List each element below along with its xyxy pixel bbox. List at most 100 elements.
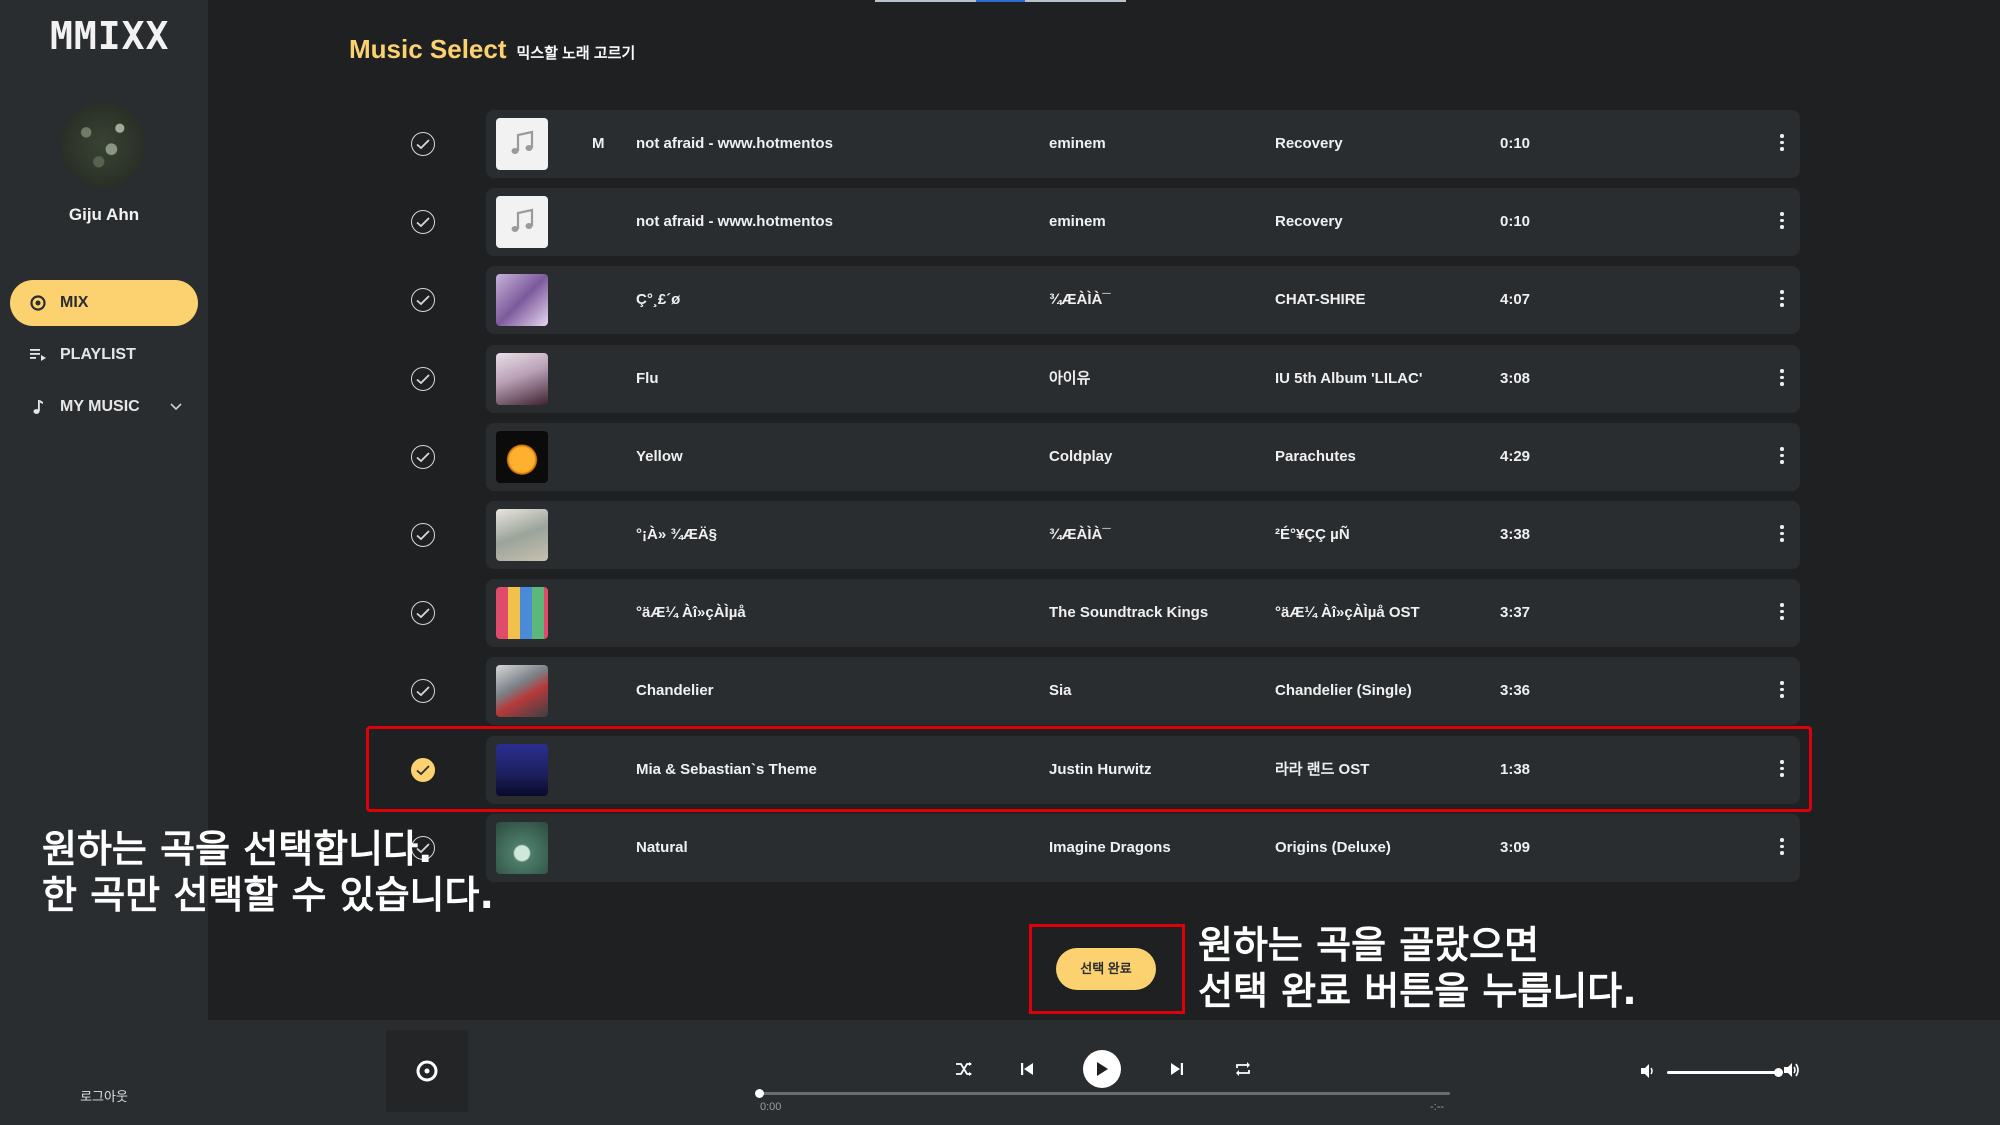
song-title: Chandelier <box>636 682 714 699</box>
song-title: not afraid - www.hotmentos <box>636 213 833 230</box>
song-duration: 3:36 <box>1500 682 1531 699</box>
sidebar-item-label: PLAYLIST <box>60 346 136 363</box>
song-artist: Coldplay <box>1049 448 1113 465</box>
next-button[interactable] <box>1165 1057 1189 1081</box>
song-artist: The Soundtrack Kings <box>1049 604 1209 621</box>
song-row[interactable]: Flu 아이유 IU 5th Album 'LILAC' 3:08 <box>486 345 1800 413</box>
music-note-icon <box>28 399 48 415</box>
play-button[interactable] <box>1083 1050 1121 1088</box>
more-options-icon[interactable] <box>1780 134 1784 154</box>
progress-knob[interactable] <box>755 1089 764 1098</box>
song-artist: Sia <box>1049 682 1072 699</box>
song-row[interactable]: °äÆ¼ Àî»çÀÌµå The Soundtrack Kings °äÆ¼ Àî… <box>486 579 1800 647</box>
song-artist: ¾ÆÀÌÀ¯ <box>1049 291 1111 308</box>
volume-high-icon[interactable] <box>1783 1061 1803 1084</box>
song-duration: 3:38 <box>1500 526 1531 543</box>
song-row[interactable]: Yellow Coldplay Parachutes 4:29 <box>486 423 1800 491</box>
select-complete-button[interactable]: 선택 완료 <box>1056 948 1156 990</box>
song-title: Flu <box>636 370 659 387</box>
annotation-left: 원하는 곡을 선택합니다. 한 곡만 선택할 수 있습니다. <box>42 826 494 918</box>
song-select-checkbox[interactable] <box>411 132 435 156</box>
sidebar-item-mix[interactable]: MIX <box>10 280 198 326</box>
song-album: °äÆ¼ Àî»çÀÌµå OST <box>1275 604 1420 621</box>
now-playing-artwork <box>386 1030 468 1112</box>
skip-next-icon <box>1171 1063 1183 1075</box>
album-art <box>496 274 548 326</box>
song-select-checkbox[interactable] <box>411 445 435 469</box>
song-album: IU 5th Album 'LILAC' <box>1275 370 1423 387</box>
previous-button[interactable] <box>1015 1057 1039 1081</box>
volume-slider[interactable] <box>1667 1068 1783 1077</box>
progress-bar[interactable] <box>755 1089 1450 1098</box>
song-album: Parachutes <box>1275 448 1356 465</box>
page-title: Music Select 믹스할 노래 고르기 <box>349 34 635 65</box>
song-duration: 0:10 <box>1500 135 1531 152</box>
repeat-button[interactable] <box>1231 1057 1255 1081</box>
song-row[interactable]: Chandelier Sia Chandelier (Single) 3:36 <box>486 657 1800 725</box>
song-marker <box>592 501 612 569</box>
user-name: Giju Ahn <box>68 205 140 224</box>
more-options-icon[interactable] <box>1780 525 1784 545</box>
album-art <box>496 353 548 405</box>
more-options-icon[interactable] <box>1780 838 1784 858</box>
song-title: Natural <box>636 839 688 856</box>
page-title-main: Music Select <box>349 34 507 64</box>
more-options-icon[interactable] <box>1780 369 1784 389</box>
song-select-checkbox[interactable] <box>411 210 435 234</box>
logout-link[interactable]: 로그아웃 <box>0 1086 208 1105</box>
end-time: -:-- <box>1430 1101 1445 1113</box>
playlist-icon <box>28 348 48 362</box>
song-select-checkbox[interactable] <box>411 288 435 312</box>
shuffle-button[interactable] <box>952 1057 976 1081</box>
song-marker <box>592 266 612 334</box>
volume-low-icon[interactable] <box>1640 1063 1656 1084</box>
more-options-icon[interactable] <box>1780 603 1784 623</box>
song-select-checkbox[interactable] <box>411 601 435 625</box>
sidebar-item-playlist[interactable]: PLAYLIST <box>10 332 198 378</box>
more-options-icon[interactable] <box>1780 290 1784 310</box>
sidebar: MMIXX Giju Ahn MIX PLAYLIST MY MUSIC 로그아… <box>0 0 208 1125</box>
chevron-down-icon[interactable] <box>170 398 182 416</box>
annotation-line: 원하는 곡을 골랐으면 <box>1198 923 1540 967</box>
sidebar-item-my-music[interactable]: MY MUSIC <box>10 384 198 430</box>
disc-icon <box>416 1060 438 1082</box>
album-art <box>496 665 548 717</box>
app-logo[interactable]: MMIXX <box>50 14 169 58</box>
song-select-checkbox[interactable] <box>411 367 435 391</box>
more-options-icon[interactable] <box>1780 447 1784 467</box>
highlight-selected-row <box>366 726 1812 812</box>
repeat-icon <box>1236 1062 1250 1076</box>
song-row[interactable]: Natural Imagine Dragons Origins (Deluxe) 3:… <box>486 814 1800 882</box>
check-icon <box>416 451 430 462</box>
album-art <box>496 118 548 170</box>
song-duration: 0:10 <box>1500 213 1531 230</box>
volume-knob[interactable] <box>1774 1068 1783 1077</box>
album-art <box>496 196 548 248</box>
song-marker <box>592 423 612 491</box>
annotation-line: 선택 완료 버튼을 누릅니다. <box>1198 969 1637 1013</box>
song-duration: 3:08 <box>1500 370 1531 387</box>
song-artist: ¾ÆÀÌÀ¯ <box>1049 526 1111 543</box>
check-icon <box>416 294 430 305</box>
radio-button-icon <box>28 295 48 311</box>
song-marker <box>592 579 612 647</box>
song-duration: 3:09 <box>1500 839 1531 856</box>
album-art <box>496 509 548 561</box>
song-duration: 3:37 <box>1500 604 1531 621</box>
song-artist: eminem <box>1049 135 1106 152</box>
song-select-checkbox[interactable] <box>411 523 435 547</box>
song-row[interactable]: Mnot afraid - www.hotmentos eminem Recover… <box>486 110 1800 178</box>
song-album: ²É°¥ÇÇ µÑ <box>1275 526 1350 543</box>
song-row[interactable]: °¡À» ¾ÆÄ§ ¾ÆÀÌÀ¯ ²É°¥ÇÇ µÑ 3:38 <box>486 501 1800 569</box>
avatar[interactable] <box>61 103 145 187</box>
album-art <box>496 587 548 639</box>
song-select-checkbox[interactable] <box>411 679 435 703</box>
more-options-icon[interactable] <box>1780 212 1784 232</box>
song-row[interactable]: not afraid - www.hotmentos eminem Recovery… <box>486 188 1800 256</box>
song-marker: M <box>592 135 605 152</box>
song-row[interactable]: Ç°¸£´ø ¾ÆÀÌÀ¯ CHAT-SHIRE 4:07 <box>486 266 1800 334</box>
song-marker <box>592 188 612 256</box>
more-options-icon[interactable] <box>1780 681 1784 701</box>
song-album: Recovery <box>1275 135 1343 152</box>
sidebar-item-label: MIX <box>60 294 89 311</box>
